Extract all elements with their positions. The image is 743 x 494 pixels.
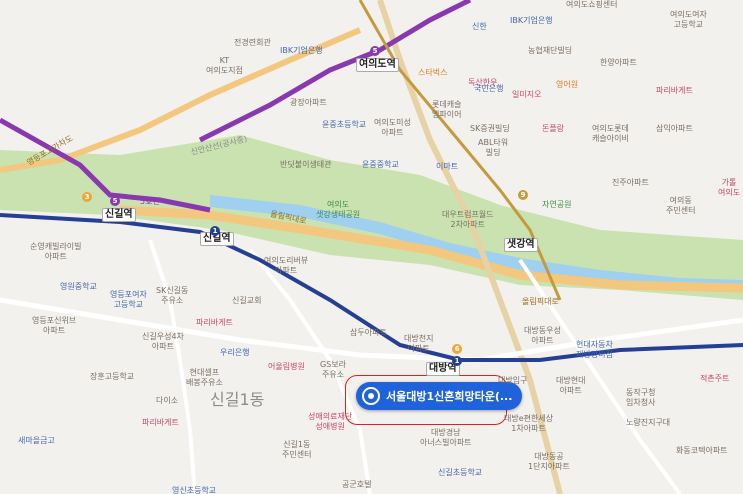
poi-gs[interactable]: GS보라 주유소 (320, 360, 346, 380)
poi-yeouido-park[interactable]: 여의도 샛강생태공원 (316, 200, 360, 220)
location-pin-icon (362, 387, 380, 405)
station-saetgang[interactable]: 샛강역 (504, 238, 538, 252)
poi-daebang-yeonse[interactable]: 대방e편한세상 1차아파트 (504, 414, 553, 434)
poi-saemaeul[interactable]: 새마을금고 (18, 436, 55, 446)
poi-woori[interactable]: 우리은행 (220, 348, 249, 358)
poi-paris2[interactable]: 파리바게트 (196, 318, 233, 328)
poi-lottecastle[interactable]: 롯데캐슬 엠파이어 (432, 100, 461, 120)
poi-daebang-seongwon[interactable]: 대방동공 1단지아파트 (528, 452, 570, 472)
poi-gonggun[interactable]: 공군호텔 (342, 480, 371, 490)
station-yeouido[interactable]: 여의도역 (356, 58, 399, 72)
line9-badge: 9 (518, 190, 528, 200)
poi-hyundai-motors[interactable]: 현대자동차 제방정비점 (576, 340, 613, 360)
road-olympic-2: 올림픽대로 (522, 297, 559, 306)
poi-janghoon[interactable]: 장훈고등학교 (90, 372, 134, 382)
selected-place-marker[interactable]: 서울대방1신혼희망타운(... (356, 382, 523, 410)
poi-sk[interactable]: SK증권빌딩 (470, 124, 510, 134)
selected-place-name: 서울대방1신혼희망타운(... (386, 390, 513, 403)
poi-jeongyeong[interactable]: 전경련회관 (234, 38, 271, 48)
poi-sungmo[interactable]: 성애의료재단 성애병원 (308, 412, 352, 432)
line3-badge: 3 (82, 192, 92, 202)
poi-hwadong[interactable]: 화동코텍아파트 (676, 446, 728, 456)
map-canvas[interactable]: 서울대방1신혼희망타운(... 여의도역 신길역 신길역 대방역 샛강역 1 1… (0, 0, 743, 494)
poi-kt[interactable]: KT 여의도지점 (206, 56, 243, 76)
poi-daebang-gyeongnam[interactable]: 대방경남 아너스빌아파트 (420, 428, 472, 448)
poi-samik[interactable]: 삼익아파트 (656, 124, 693, 134)
poi-starbucks[interactable]: 스타벅스 (418, 68, 447, 78)
poi-hanyang[interactable]: 한양아파트 (600, 58, 637, 68)
line5-badge: 5 (110, 196, 120, 206)
poi-yeouidomisung[interactable]: 여의도미성 아파트 (374, 118, 411, 138)
line1-badge-daebang: 1 (452, 356, 462, 366)
poi-yeongshin[interactable]: 영신초등학교 (172, 486, 216, 494)
poi-yeouido-riverview[interactable]: 여의도리버뷰 아파트 (264, 256, 308, 276)
poi-singil-cho[interactable]: 신길초등학교 (438, 468, 482, 478)
poi-jeongsu[interactable]: 적촌주트 (700, 374, 729, 384)
poi-banpo[interactable]: 반딧불이생태관 (280, 160, 332, 170)
poi-gwangjang[interactable]: 광장아파트 (290, 98, 327, 108)
poi-singil-woosung[interactable]: 신길우성4차 아파트 (142, 332, 184, 352)
poi-yeongdeungpo-high[interactable]: 영등포여자 고등학교 (110, 290, 147, 310)
poi-yeongdeungpo-sinwi[interactable]: 영등포신위브 아파트 (32, 316, 76, 336)
poi-dongjak[interactable]: 동작구청 임차청사 (626, 388, 655, 408)
line1-badge: 1 (210, 226, 220, 236)
poi-ibk2[interactable]: IBK기업은행 (510, 16, 553, 26)
poi-daebang-chunji[interactable]: 대방천지 아파트 (404, 334, 433, 354)
poi-yeouido-lotte[interactable]: 여의도롯데 캐슬아이비 (592, 124, 629, 144)
poi-abl[interactable]: ABL타워 빌딩 (478, 138, 508, 158)
poi-yeouido-center[interactable]: 여의동 주민센터 (666, 196, 695, 216)
poi-hyundai-self[interactable]: 현대셀프 배봉주유소 (186, 368, 223, 388)
poi-donspring[interactable]: 돈플랑 (542, 124, 564, 134)
poi-yeongeun[interactable]: 영어원 (556, 80, 578, 90)
line5-badge-yeouido: 5 (370, 46, 380, 56)
poi-yuneung-cho[interactable]: 윤중초등학교 (322, 120, 366, 130)
poi-ebin[interactable]: 이마트 (436, 162, 458, 172)
poi-yeongwon[interactable]: 영원중학교 (60, 282, 97, 292)
poi-nonghyup[interactable]: 농협재단빌딩 (528, 46, 572, 56)
poi-gacheol[interactable]: 가톨 여의도 (718, 178, 740, 198)
poi-eosul[interactable]: 어울림병원 (268, 362, 305, 372)
poi-ilmi[interactable]: 일미지오 (512, 90, 541, 100)
poi-sk-singil[interactable]: SK신길동 주유소 (156, 286, 188, 306)
poi-paris[interactable]: 파리바게트 (656, 86, 693, 96)
poi-sungmin[interactable]: 순영캐빌라이빌 아파트 (30, 242, 82, 262)
poi-samdu[interactable]: 삼두아파트 (350, 328, 387, 338)
poi-daewoo[interactable]: 대우트럼프월드 2차아파트 (442, 210, 494, 230)
poi-paris3[interactable]: 파리바게트 (142, 418, 179, 428)
poi-singil1-center[interactable]: 신길1동 주민센터 (282, 440, 311, 460)
poi-yuneung-jung[interactable]: 윤중중학교 (362, 160, 399, 170)
poi-daebang-hyundai[interactable]: 대방현대 아파트 (556, 376, 585, 396)
poi-dainso[interactable]: 다이소 (156, 396, 178, 406)
district-label: 신길1동 (210, 390, 265, 409)
poi-singil-church[interactable]: 신길교회 (232, 296, 261, 306)
line5-label: 5호선 (140, 197, 160, 206)
poi-yeouido-girls[interactable]: 여의도여자 고등학교 (670, 10, 707, 30)
station-singil-left[interactable]: 신길역 (102, 208, 136, 222)
poi-daebang-woosung[interactable]: 대방동우성 아파트 (524, 326, 561, 346)
poi-kookmin[interactable]: 국민은행 (474, 84, 503, 94)
poi-daebang-ip[interactable]: 대방입구 (498, 376, 527, 386)
poi-jinju[interactable]: 진주아파트 (612, 178, 649, 188)
poi-jayeon[interactable]: 자연공원 (542, 200, 571, 210)
poi-noryangjin[interactable]: 노량진지구대 (626, 418, 670, 428)
poi-yeouido-shopping[interactable]: 여의도쇼핑센터 (566, 0, 618, 10)
poi-ibk1[interactable]: IBK기업은행 (280, 46, 323, 56)
line6-badge: 6 (452, 344, 462, 354)
poi-sinhan[interactable]: 신한 (472, 22, 487, 32)
